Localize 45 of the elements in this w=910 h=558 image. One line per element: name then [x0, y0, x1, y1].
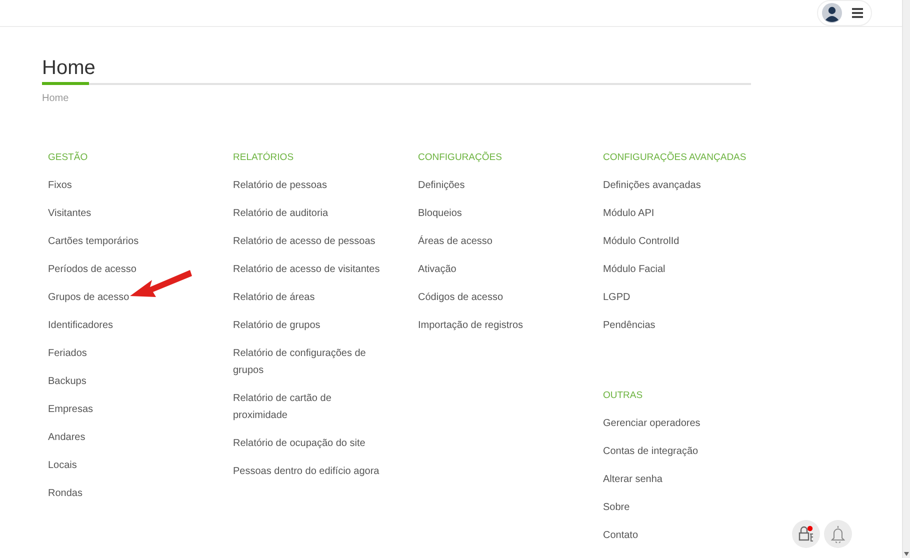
- menu-link[interactable]: Contato: [603, 527, 753, 544]
- menu-link[interactable]: Definições: [418, 177, 568, 194]
- menu-link[interactable]: Ativação: [418, 261, 568, 278]
- menu-link[interactable]: Relatório de ocupação do site: [233, 435, 383, 452]
- menu-link[interactable]: Definições avançadas: [603, 177, 753, 194]
- menu-link[interactable]: Identificadores: [48, 317, 198, 334]
- menu-link[interactable]: Backups: [48, 373, 198, 390]
- menu-link[interactable]: Códigos de acesso: [418, 289, 568, 306]
- menu-link[interactable]: Empresas: [48, 401, 198, 418]
- menu-link[interactable]: Rondas: [48, 485, 198, 502]
- section-heading: GESTÃO: [48, 152, 88, 164]
- menu-link[interactable]: Relatório de acesso de pessoas: [233, 233, 383, 250]
- menu-link[interactable]: Relatório de grupos: [233, 317, 383, 334]
- menu-link[interactable]: Alterar senha: [603, 471, 753, 488]
- menu-link[interactable]: Cartões temporários: [48, 233, 198, 250]
- menu-link[interactable]: Módulo ControlId: [603, 233, 753, 250]
- menu-link[interactable]: Relatório de cartão de proximidade: [233, 390, 383, 424]
- menu-link[interactable]: Pendências: [603, 317, 753, 334]
- menu-link[interactable]: Gerenciar operadores: [603, 415, 753, 432]
- menu-link[interactable]: Relatório de acesso de visitantes: [233, 261, 383, 278]
- menu-link[interactable]: Sobre: [603, 499, 753, 516]
- section-heading: OUTRAS: [603, 390, 643, 402]
- section-heading: CONFIGURAÇÕES: [418, 152, 502, 164]
- menu-link[interactable]: Relatório de auditoria: [233, 205, 383, 222]
- menu-link[interactable]: Relatório de áreas: [233, 289, 383, 306]
- section-heading: CONFIGURAÇÕES AVANÇADAS: [603, 152, 746, 164]
- menu-link[interactable]: Visitantes: [48, 205, 198, 222]
- menu-link[interactable]: Pessoas dentro do edifício agora: [233, 463, 383, 480]
- menu-link[interactable]: Relatório de configurações de grupos: [233, 345, 383, 379]
- menu-link[interactable]: Bloqueios: [418, 205, 568, 222]
- menu-link[interactable]: Feriados: [48, 345, 198, 362]
- menu-link[interactable]: LGPD: [603, 289, 753, 306]
- menu-link[interactable]: Fixos: [48, 177, 198, 194]
- menu-link[interactable]: Módulo API: [603, 205, 753, 222]
- menu-link[interactable]: Períodos de acesso: [48, 261, 198, 278]
- menu-link[interactable]: Áreas de acesso: [418, 233, 568, 250]
- page-title: Home: [42, 56, 96, 81]
- menu-link[interactable]: Andares: [48, 429, 198, 446]
- menu-link[interactable]: Contas de integração: [603, 443, 753, 460]
- menu-link[interactable]: Importação de registros: [418, 317, 568, 334]
- menu-link[interactable]: Grupos de acesso: [48, 289, 198, 306]
- menu-link[interactable]: Relatório de pessoas: [233, 177, 383, 194]
- menu-link[interactable]: Módulo Facial: [603, 261, 753, 278]
- menu-link[interactable]: Locais: [48, 457, 198, 474]
- section-heading: RELATÓRIOS: [233, 152, 294, 164]
